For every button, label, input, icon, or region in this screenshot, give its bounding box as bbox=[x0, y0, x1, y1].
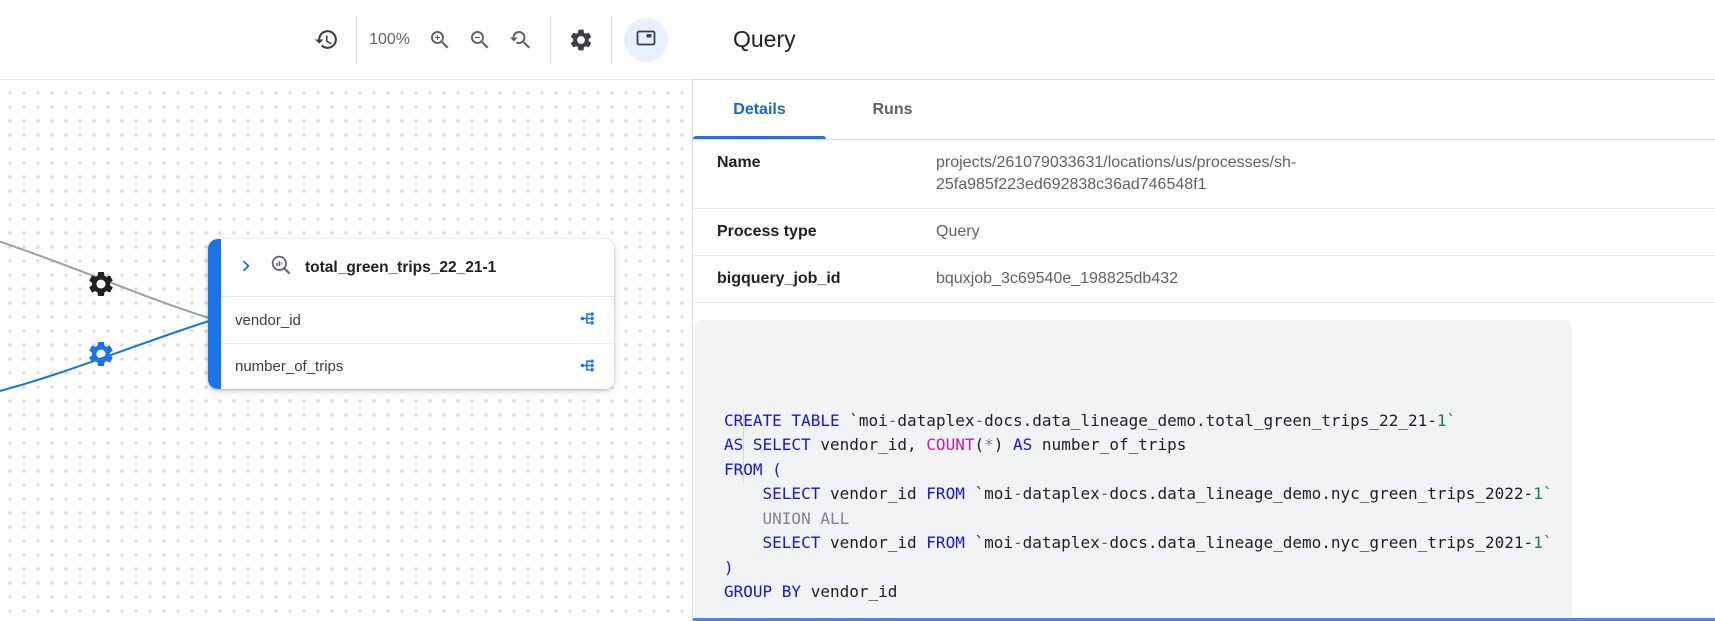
node-body: total_green_trips_22_21-1 vendor_id numb… bbox=[221, 239, 614, 389]
lineage-app: 100% bbox=[0, 0, 1715, 621]
detail-value: projects/261079033631/locations/us/proce… bbox=[936, 152, 1496, 196]
detail-row-name: Name projects/261079033631/locations/us/… bbox=[693, 140, 1715, 209]
table-node-card: total_green_trips_22_21-1 vendor_id numb… bbox=[208, 239, 614, 389]
sql-code: CREATE TABLE `moi-dataplex-docs.data_lin… bbox=[724, 409, 1552, 605]
toolbar-divider bbox=[611, 16, 612, 64]
details-panel: Query Details Runs Name projects/2610790… bbox=[692, 0, 1715, 621]
reset-zoom-icon bbox=[508, 28, 532, 52]
tab-runs[interactable]: Runs bbox=[826, 80, 959, 139]
field-label: vendor_id bbox=[235, 312, 301, 329]
zoom-in-icon bbox=[428, 28, 452, 52]
side-panel-toggle-button[interactable] bbox=[624, 18, 668, 62]
expand-node-button[interactable] bbox=[235, 255, 257, 280]
lineage-canvas[interactable]: total_green_trips_22_21-1 vendor_id numb… bbox=[0, 81, 693, 621]
panel-header: Query bbox=[693, 0, 1715, 80]
detail-row-process-type: Process type Query bbox=[693, 209, 1715, 256]
lineage-fork-icon bbox=[579, 355, 600, 379]
process-node-gear-dark[interactable] bbox=[86, 269, 116, 299]
indent-guide bbox=[743, 409, 744, 483]
history-button[interactable] bbox=[306, 20, 346, 60]
gear-icon bbox=[568, 27, 594, 53]
node-field-row[interactable]: number_of_trips bbox=[221, 343, 614, 389]
reset-zoom-button[interactable] bbox=[500, 20, 540, 60]
tab-details[interactable]: Details bbox=[693, 80, 826, 139]
zoom-in-button[interactable] bbox=[420, 20, 460, 60]
node-accent-bar bbox=[208, 239, 221, 389]
chevron-right-icon bbox=[235, 255, 257, 280]
detail-label: bigquery_job_id bbox=[717, 268, 936, 290]
field-label: number_of_trips bbox=[235, 358, 343, 375]
toolbar-divider bbox=[356, 16, 357, 64]
field-lineage-button[interactable] bbox=[577, 306, 602, 334]
process-node-gear-blue[interactable] bbox=[86, 339, 116, 369]
zoom-level-label: 100% bbox=[369, 31, 410, 49]
panel-title: Query bbox=[733, 26, 796, 53]
side-panel-toggle-icon bbox=[634, 26, 658, 53]
detail-label: Name bbox=[717, 152, 936, 174]
node-title: total_green_trips_22_21-1 bbox=[305, 259, 496, 277]
node-header[interactable]: total_green_trips_22_21-1 bbox=[221, 239, 614, 297]
zoom-out-icon bbox=[468, 28, 492, 52]
toolbar-divider bbox=[550, 16, 551, 64]
detail-value: bquxjob_3c69540e_198825db432 bbox=[936, 268, 1496, 290]
detail-label: Process type bbox=[717, 221, 936, 243]
lineage-fork-icon bbox=[579, 308, 600, 332]
details-table: Name projects/261079033631/locations/us/… bbox=[693, 140, 1715, 303]
lineage-graph-region: 100% bbox=[0, 0, 693, 621]
history-icon bbox=[314, 27, 339, 52]
panel-tabs: Details Runs bbox=[693, 80, 1715, 140]
graph-toolbar: 100% bbox=[0, 0, 693, 80]
field-lineage-button[interactable] bbox=[577, 353, 602, 381]
node-field-row[interactable]: vendor_id bbox=[221, 297, 614, 343]
sql-code-block: CREATE TABLE `moi-dataplex-docs.data_lin… bbox=[695, 320, 1572, 621]
settings-button[interactable] bbox=[561, 20, 601, 60]
zoom-out-button[interactable] bbox=[460, 20, 500, 60]
bigquery-table-icon bbox=[269, 253, 293, 282]
detail-row-bigquery-job-id: bigquery_job_id bquxjob_3c69540e_198825d… bbox=[693, 256, 1715, 303]
detail-value: Query bbox=[936, 221, 1496, 243]
